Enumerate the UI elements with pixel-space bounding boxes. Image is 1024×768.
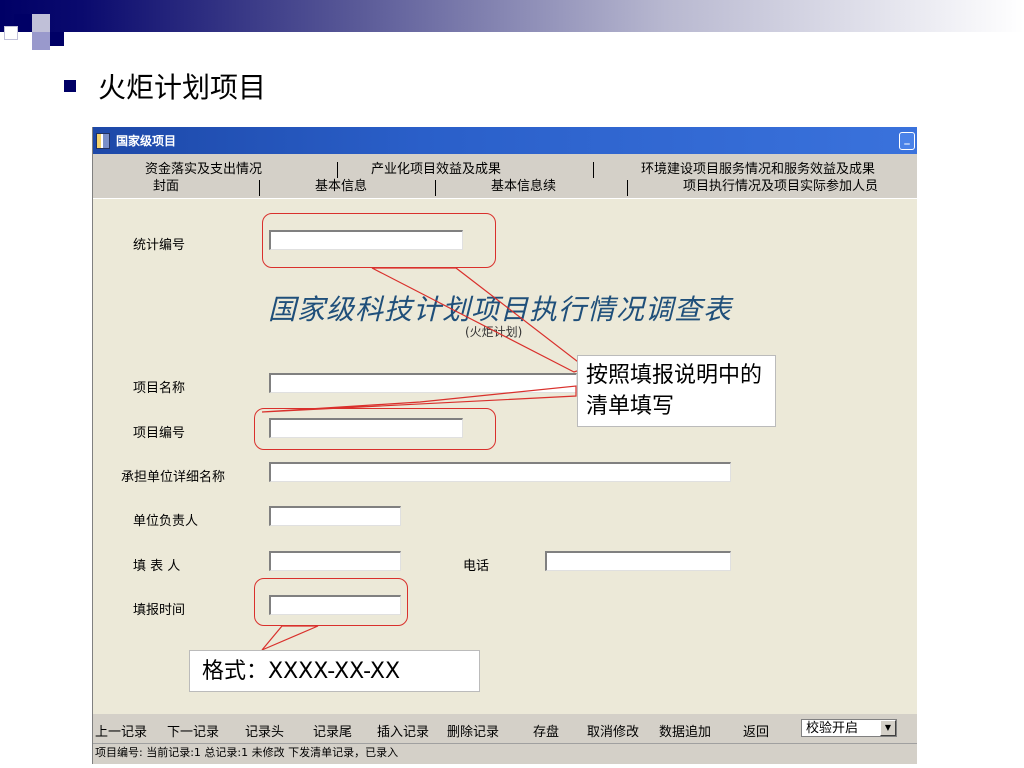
tab-funding[interactable]: 资金落实及支出情况: [145, 162, 262, 178]
fill-instruction-callout: 按照填报说明中的清单填写: [577, 355, 776, 427]
decor-square: [32, 14, 50, 32]
stat-number-label: 统计编号: [133, 238, 186, 253]
app-icon: [96, 132, 110, 149]
tab-basic-info-cont[interactable]: 基本信息续: [491, 179, 556, 195]
tab-basic-info[interactable]: 基本信息: [315, 179, 367, 195]
tab-divider: [337, 162, 338, 178]
validation-select-value: 校验开启: [806, 721, 859, 736]
highlight-project-number: [254, 408, 496, 450]
unit-leader-label: 单位负责人: [133, 514, 199, 529]
tab-divider: [593, 162, 594, 178]
highlight-stat-number: [262, 213, 496, 268]
phone-label: 电话: [463, 559, 490, 574]
prev-record-button[interactable]: 上一记录: [95, 721, 147, 740]
fill-date-label: 填报时间: [133, 603, 186, 618]
decor-square: [4, 26, 18, 40]
project-number-label: 项目编号: [133, 426, 186, 441]
record-toolbar: 上一记录 下一记录 记录头 记录尾 插入记录 删除记录 存盘 取消修改 数据追加…: [93, 717, 917, 741]
next-record-button[interactable]: 下一记录: [167, 721, 219, 740]
filler-input[interactable]: [269, 551, 401, 571]
chevron-down-icon[interactable]: ▼: [880, 720, 896, 736]
append-data-button[interactable]: 数据追加: [659, 721, 711, 740]
delete-record-button[interactable]: 删除记录: [447, 721, 499, 740]
date-format-callout: 格式：XXXX-XX-XX: [189, 650, 480, 692]
window-titlebar: 国家级项目 _: [93, 127, 917, 154]
cancel-edit-button[interactable]: 取消修改: [587, 721, 639, 740]
window-title: 国家级项目: [116, 134, 177, 148]
tab-strip: 资金落实及支出情况 产业化项目效益及成果 环境建设项目服务情况和服务效益及成果 …: [93, 154, 917, 198]
form-title: 国家级科技计划项目执行情况调查表: [268, 293, 733, 326]
save-button[interactable]: 存盘: [533, 721, 559, 740]
return-button[interactable]: 返回: [743, 721, 769, 740]
slide-title-text: 火炬计划项目: [98, 71, 267, 104]
form-subtitle: (火炬计划): [465, 325, 523, 339]
unit-name-input[interactable]: [269, 462, 731, 482]
minimize-button[interactable]: _: [899, 132, 915, 150]
decor-square: [50, 32, 64, 46]
filler-label: 填 表 人: [133, 559, 181, 574]
cover-panel: [93, 198, 917, 714]
bullet-icon: [64, 80, 76, 92]
status-bar: 项目编号: 当前记录:1 总记录:1 未修改 下发清单记录，已录入: [93, 743, 917, 762]
tab-environment[interactable]: 环境建设项目服务情况和服务效益及成果: [641, 162, 875, 178]
slide-header-bar: [0, 0, 1024, 32]
tab-divider: [627, 180, 628, 196]
validation-select[interactable]: 校验开启 ▼: [801, 719, 897, 737]
tab-divider: [259, 180, 260, 196]
first-record-button[interactable]: 记录头: [245, 721, 284, 740]
project-name-input[interactable]: [269, 373, 577, 393]
phone-input[interactable]: [545, 551, 731, 571]
insert-record-button[interactable]: 插入记录: [377, 721, 429, 740]
decor-square: [32, 32, 50, 50]
tab-divider: [435, 180, 436, 196]
unit-leader-input[interactable]: [269, 506, 401, 526]
slide-title: 火炬计划项目: [64, 66, 266, 106]
tab-execution[interactable]: 项目执行情况及项目实际参加人员: [683, 179, 878, 195]
last-record-button[interactable]: 记录尾: [313, 721, 352, 740]
project-name-label: 项目名称: [133, 381, 186, 396]
tab-industrialization[interactable]: 产业化项目效益及成果: [371, 162, 501, 178]
unit-name-label: 承担单位详细名称: [121, 470, 226, 485]
highlight-fill-date: [254, 578, 408, 626]
tab-cover[interactable]: 封面: [153, 179, 179, 195]
